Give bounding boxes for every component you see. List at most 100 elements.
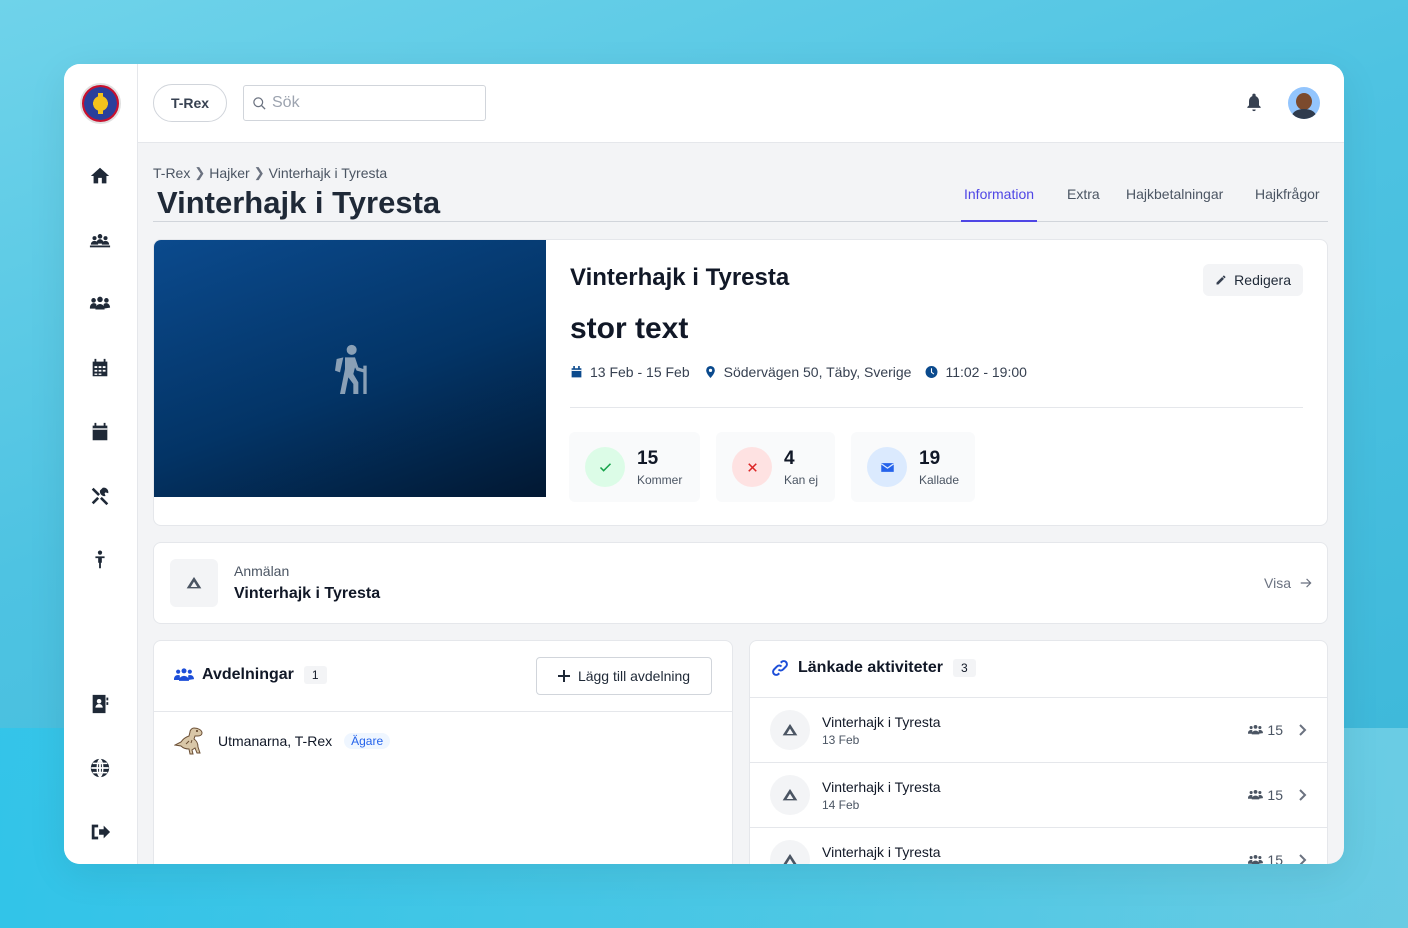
linked-activity-row[interactable]: Vinterhajk i Tyresta 15 bbox=[750, 827, 1327, 864]
topbar: T-Rex bbox=[138, 64, 1344, 143]
activity-title: Vinterhajk i Tyresta bbox=[822, 779, 941, 795]
search-input[interactable] bbox=[272, 94, 472, 112]
users-icon bbox=[174, 668, 194, 681]
edit-button[interactable]: Redigera bbox=[1203, 264, 1303, 296]
stat-invited-value: 19 bbox=[919, 447, 941, 469]
tent-icon bbox=[170, 559, 218, 607]
departments-count-badge: 1 bbox=[303, 666, 327, 684]
contacts-icon[interactable] bbox=[85, 689, 115, 719]
tent-icon bbox=[770, 840, 810, 864]
event-location-text: Södervägen 50, Täby, Sverige bbox=[723, 364, 912, 380]
tab-extra[interactable]: Extra bbox=[1064, 186, 1103, 222]
linked-activities-card: Länkade aktiviteter 3 Vinterhajk i Tyres… bbox=[749, 640, 1328, 864]
add-department-button[interactable]: Lägg till avdelning bbox=[536, 657, 712, 695]
linked-activities-header: Länkade aktiviteter 3 bbox=[770, 659, 976, 677]
org-switcher-button[interactable]: T-Rex bbox=[153, 84, 227, 122]
tab-hajkbetalningar[interactable]: Hajkbetalningar bbox=[1123, 186, 1226, 222]
event-dates: 13 Feb - 15 Feb bbox=[570, 364, 690, 380]
hiking-icon bbox=[335, 344, 367, 394]
stat-coming-label: Kommer bbox=[637, 472, 683, 487]
registration-card[interactable]: Anmälan Vinterhajk i Tyresta Visa bbox=[153, 542, 1328, 624]
add-department-label: Lägg till avdelning bbox=[577, 668, 691, 684]
search-icon bbox=[253, 96, 266, 110]
chevron-right-icon bbox=[1299, 788, 1307, 806]
linked-activities-count-badge: 3 bbox=[952, 659, 976, 677]
event-hero-card: Vinterhajk i Tyresta stor text Redigera … bbox=[153, 239, 1328, 526]
calendar-icon[interactable] bbox=[85, 417, 115, 447]
page-title: Vinterhajk i Tyresta bbox=[157, 185, 441, 220]
stat-coming-value: 15 bbox=[637, 447, 659, 469]
users-icon bbox=[1248, 855, 1264, 864]
troop-icon[interactable] bbox=[85, 225, 115, 255]
user-avatar[interactable] bbox=[1288, 87, 1320, 119]
tools-icon[interactable] bbox=[85, 481, 115, 511]
home-icon[interactable] bbox=[85, 161, 115, 191]
departments-card: Avdelningar 1 Lägg till avdelning Utmana… bbox=[153, 640, 733, 864]
departments-title: Avdelningar bbox=[202, 666, 294, 683]
users-icon bbox=[1248, 790, 1264, 800]
tent-icon bbox=[770, 710, 810, 750]
registration-label: Anmälan bbox=[234, 563, 290, 579]
department-name: Utmanarna, T-Rex bbox=[218, 733, 333, 749]
divider bbox=[154, 711, 732, 712]
org-logo[interactable] bbox=[80, 83, 121, 124]
stat-invited[interactable]: 19 Kallade bbox=[851, 432, 975, 502]
edit-button-label: Redigera bbox=[1234, 272, 1291, 288]
event-dates-text: 13 Feb - 15 Feb bbox=[590, 364, 690, 380]
linked-activity-row[interactable]: Vinterhajk i Tyresta 13 Feb 15 bbox=[750, 697, 1327, 762]
calendar-icon bbox=[571, 366, 582, 378]
event-cover-image bbox=[154, 240, 546, 497]
owner-badge: Ägare bbox=[344, 733, 391, 749]
check-icon bbox=[585, 447, 625, 487]
activity-participant-count: 15 bbox=[1267, 787, 1283, 803]
t-rex-avatar bbox=[174, 727, 203, 755]
logout-icon[interactable] bbox=[85, 817, 115, 847]
notifications-bell-icon[interactable] bbox=[1244, 91, 1266, 113]
activity-participants: 15 bbox=[1248, 787, 1283, 803]
plus-icon bbox=[557, 670, 570, 682]
tent-icon bbox=[770, 775, 810, 815]
event-time-text: 11:02 - 19:00 bbox=[945, 364, 1027, 380]
members-icon[interactable] bbox=[85, 289, 115, 319]
arrow-right-icon bbox=[1300, 578, 1312, 588]
divider bbox=[570, 407, 1303, 408]
activity-date: 13 Feb bbox=[822, 733, 860, 747]
activity-date: 14 Feb bbox=[822, 798, 860, 812]
activity-participants: 15 bbox=[1248, 722, 1283, 738]
users-icon bbox=[1248, 725, 1264, 735]
registration-title: Vinterhajk i Tyresta bbox=[234, 585, 381, 602]
stat-cannot-value: 4 bbox=[784, 447, 795, 469]
stat-cannot[interactable]: 4 Kan ej bbox=[716, 432, 835, 502]
pencil-icon bbox=[1216, 275, 1226, 285]
chevron-right-icon bbox=[1299, 853, 1307, 864]
event-meta: 13 Feb - 15 Feb Södervägen 50, Täby, Sve… bbox=[570, 364, 1041, 380]
chevron-right-icon bbox=[1299, 723, 1307, 741]
app-window: T-Rex T-Rex ❯ Hajker ❯ Vinterhajk i Tyre… bbox=[64, 64, 1344, 864]
tab-hajkfragor[interactable]: Hajkfrågor bbox=[1252, 186, 1323, 222]
linked-activity-row[interactable]: Vinterhajk i Tyresta 14 Feb 15 bbox=[750, 762, 1327, 827]
activity-title: Vinterhajk i Tyresta bbox=[822, 844, 941, 860]
stat-cannot-label: Kan ej bbox=[784, 472, 819, 487]
activity-participants: 15 bbox=[1248, 852, 1283, 864]
map-pin-icon bbox=[705, 366, 715, 378]
x-icon bbox=[732, 447, 772, 487]
view-link[interactable]: Visa bbox=[1264, 575, 1313, 591]
event-location: Södervägen 50, Täby, Sverige bbox=[704, 364, 912, 380]
stat-invited-label: Kallade bbox=[919, 472, 960, 487]
activity-participant-count: 15 bbox=[1267, 722, 1283, 738]
child-icon[interactable] bbox=[85, 545, 115, 575]
link-icon bbox=[772, 660, 788, 676]
department-item[interactable]: Utmanarna, T-Rex Ägare bbox=[174, 725, 391, 757]
event-subtitle: stor text bbox=[570, 312, 689, 345]
linked-activities-title: Länkade aktiviteter bbox=[798, 659, 943, 676]
calendar-grid-icon[interactable] bbox=[85, 353, 115, 383]
event-title: Vinterhajk i Tyresta bbox=[570, 264, 790, 291]
stat-coming[interactable]: 15 Kommer bbox=[569, 432, 700, 502]
event-time: 11:02 - 19:00 bbox=[925, 364, 1027, 380]
activity-participant-count: 15 bbox=[1267, 852, 1283, 864]
view-link-label: Visa bbox=[1264, 575, 1291, 591]
tab-information[interactable]: Information bbox=[961, 186, 1038, 222]
search-field[interactable] bbox=[243, 85, 486, 121]
activity-title: Vinterhajk i Tyresta bbox=[822, 714, 941, 730]
globe-icon[interactable] bbox=[85, 753, 115, 783]
